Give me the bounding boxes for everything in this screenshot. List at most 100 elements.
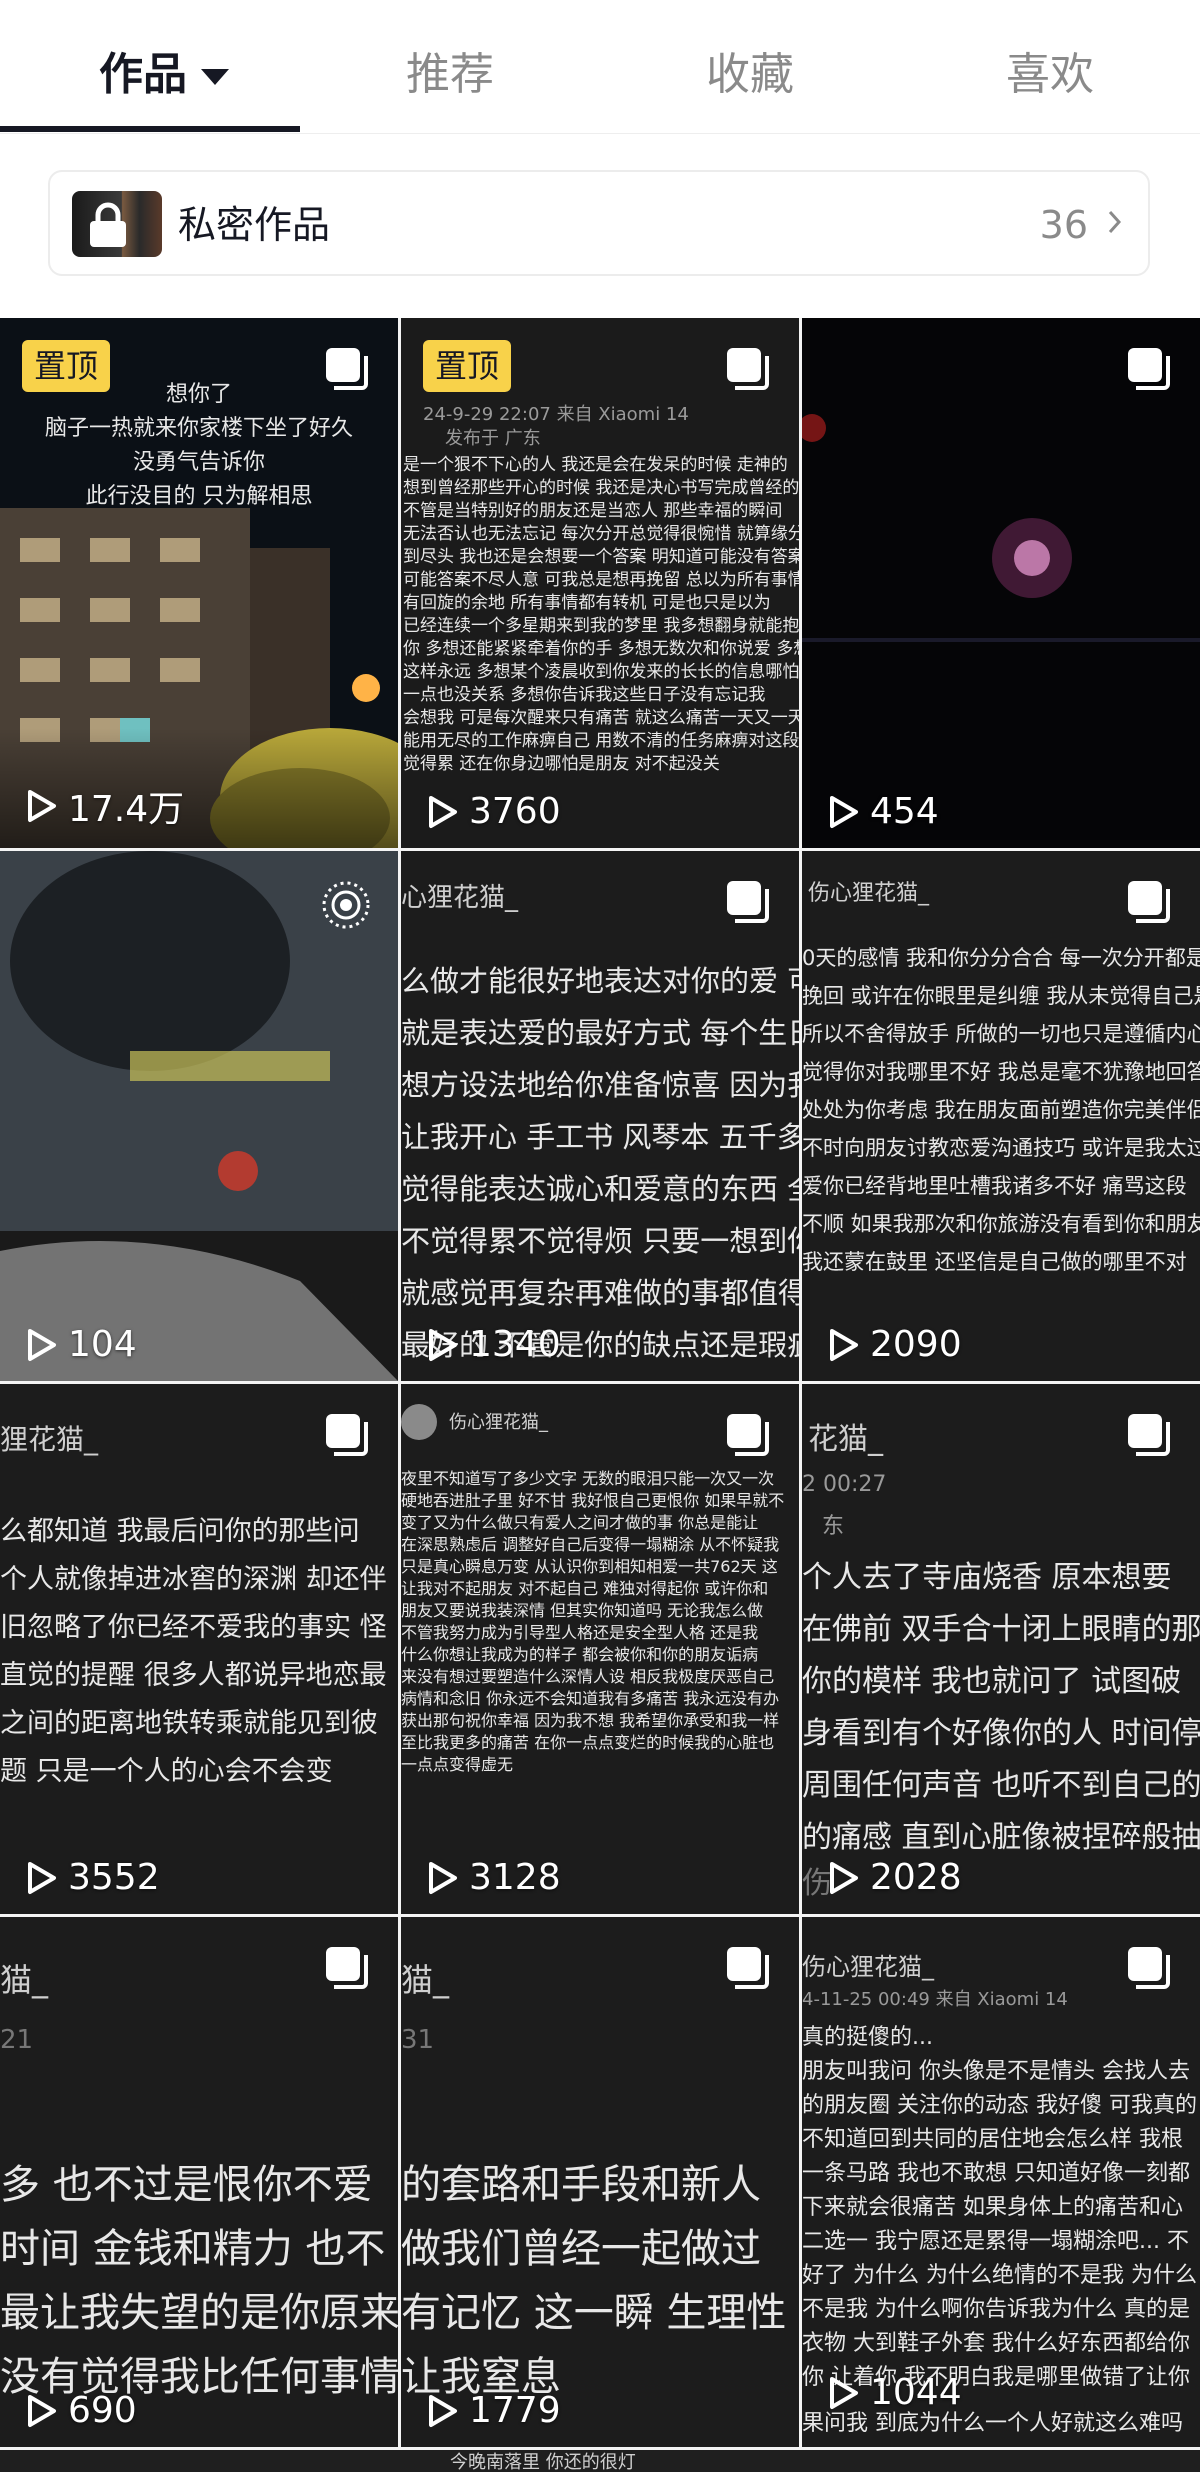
play-count: 104 bbox=[22, 1324, 137, 1365]
multi-image-icon bbox=[326, 1414, 368, 1456]
caption-line: 会想我 可是每次醒来只有痛苦 就这么痛苦一天又一天 bbox=[403, 708, 799, 728]
play-count-value: 2028 bbox=[870, 1857, 962, 1898]
tab-works[interactable]: 作品 bbox=[64, 40, 264, 110]
play-count: 17.4万 bbox=[22, 780, 184, 832]
caption-line: 想方设法地给你准备惊喜 因为我想 bbox=[401, 1068, 799, 1102]
play-count: 454 bbox=[824, 791, 939, 832]
caret-down-icon bbox=[201, 69, 229, 85]
caption-line: 硬地吞进肚子里 好不甘 我好恨自己更恨你 如果早就不 bbox=[401, 1491, 785, 1510]
multi-image-icon bbox=[727, 881, 769, 923]
caption-line: 么做才能很好地表达对你的爱 可人 bbox=[401, 964, 799, 998]
next-row-caption: 今晚南落里 你还的很灯 bbox=[450, 2452, 636, 2473]
caption-line: 身看到有个好像你的人 时间停 bbox=[802, 1716, 1200, 1751]
private-works-thumbnail bbox=[72, 191, 162, 257]
multi-image-icon bbox=[1128, 1414, 1170, 1456]
caption-line: 觉得能表达诚心和爱意的东西 全都 bbox=[401, 1172, 799, 1206]
video-tile[interactable]: 猫_ 31 的套路和手段和新人 做我们曾经一起做过 有记忆 这一瞬 生理性 让我… bbox=[401, 1917, 799, 2447]
video-tile[interactable]: 想你了 脑子一热就来你家楼下坐了好久 没勇气告诉你 此行没目的 只为解相思 置顶… bbox=[0, 318, 398, 848]
caption-line: 好了 为什么 为什么绝情的不是我 为什么 bbox=[802, 2263, 1197, 2288]
caption-line: 什么你想让我成为的样子 都会被你和你的朋友诟病 bbox=[401, 1645, 759, 1664]
play-count-value: 1044 bbox=[870, 2372, 962, 2413]
play-icon bbox=[830, 2376, 858, 2409]
play-icon bbox=[429, 795, 457, 828]
caption-line: 朋友叫我问 你头像是不是情头 会找人去 bbox=[802, 2059, 1190, 2084]
video-tile[interactable]: 猫_ 21 多 也不过是恨你不爱 时间 金钱和精力 也不 最让我失望的是你原来 … bbox=[0, 1917, 398, 2447]
video-tile[interactable]: 24-9-29 22:07 来自 Xiaomi 14 发布于 广东 是一个狠不下… bbox=[401, 318, 799, 848]
caption-line: 获出那句祝你幸福 因为我不想 我希望你承受和我一样 bbox=[401, 1711, 780, 1730]
caption-line: 已经连续一个多星期来到我的梦里 我多想翻身就能抱 bbox=[403, 616, 799, 636]
caption-line: 你 多想还能紧紧牵着你的手 多想无数次和你说爱 多想 bbox=[403, 639, 799, 659]
caption-line: 就感觉再复杂再难做的事都值得 我 bbox=[401, 1276, 799, 1310]
play-icon bbox=[830, 795, 858, 828]
caption-line: 的套路和手段和新人 bbox=[401, 2162, 761, 2208]
play-count-value: 3760 bbox=[469, 791, 561, 832]
author-name: 伤心狸花猫_ bbox=[802, 1953, 934, 1981]
caption-line: 来没有想过要塑造什么深情人设 相反我极度厌恶自己 bbox=[401, 1667, 775, 1686]
author-name: 猫_ bbox=[401, 1961, 450, 1999]
caption-line: 衣物 大到鞋子外套 我什么好东西都给你 bbox=[802, 2331, 1190, 2356]
caption-line: 的朋友圈 关注你的动态 我好傻 可我真的 bbox=[802, 2093, 1197, 2118]
play-count-value: 1340 bbox=[469, 1324, 561, 1365]
video-tile[interactable]: 狸花猫_ 么都知道 我最后问你的那些问 个人就像掉进冰窖的深渊 却还伴 旧忽略了… bbox=[0, 1384, 398, 1914]
private-works-count: 36 bbox=[1039, 203, 1088, 247]
play-icon bbox=[28, 790, 56, 822]
caption-line: 题 只是一个人的心会不会变 bbox=[0, 1756, 333, 1787]
caption-line: 可能答案不尽人意 可我总是想再挽留 总以为所有事情 bbox=[403, 570, 799, 590]
multi-image-icon bbox=[727, 1947, 769, 1989]
author-name: 猫_ bbox=[0, 1961, 49, 1999]
chevron-right-icon bbox=[1108, 210, 1122, 234]
caption-line: 在佛前 双手合十闭上眼睛的那 bbox=[802, 1612, 1200, 1647]
next-row-peek: 今晚南落里 你还的很灯 bbox=[0, 2450, 1200, 2473]
video-tile[interactable]: 104 bbox=[0, 851, 398, 1381]
play-icon bbox=[28, 2394, 56, 2427]
video-tile[interactable]: 花猫_ 2 00:27 东 个人去了寺庙烧香 原本想要 在佛前 双手合十闭上眼睛… bbox=[802, 1384, 1200, 1914]
divider bbox=[0, 133, 1200, 134]
caption-line: 没勇气告诉你 bbox=[132, 450, 265, 475]
caption-line: 一点点变得虚无 bbox=[401, 1755, 514, 1774]
play-count: 2028 bbox=[824, 1857, 962, 1898]
tab-favorites[interactable]: 收藏 bbox=[650, 40, 850, 110]
video-tile[interactable]: 伤心狸花猫_ 4-11-25 00:49 来自 Xiaomi 14 真的挺傻的.… bbox=[802, 1917, 1200, 2447]
caption-line: 有记忆 这一瞬 生理性 bbox=[401, 2290, 787, 2336]
caption-line: 脑子一热就来你家楼下坐了好久 bbox=[44, 416, 353, 441]
caption-line: 不管我努力成为引导型人格还是安全型人格 还是我 bbox=[401, 1623, 759, 1642]
caption-line: 直觉的提醒 很多人都说异地恋最 bbox=[0, 1660, 387, 1691]
play-count-value: 3552 bbox=[68, 1857, 160, 1898]
private-works-label: 私密作品 bbox=[178, 203, 331, 247]
video-tile[interactable]: 心狸花猫_ 么做才能很好地表达对你的爱 可人 就是表达爱的最好方式 每个生日 我… bbox=[401, 851, 799, 1381]
tab-bar: 作品 推荐 收藏 喜欢 bbox=[0, 0, 1200, 134]
author-name: 花猫_ bbox=[808, 1422, 883, 1457]
video-tile[interactable]: 伤心狸花猫_ 0天的感情 我和你分分合合 每一次分开都是 挽回 或许在你眼里是纠… bbox=[802, 851, 1200, 1381]
private-works-entry[interactable]: 私密作品 36 bbox=[48, 170, 1150, 276]
multi-image-icon bbox=[1128, 1947, 1170, 1989]
play-count: 3128 bbox=[423, 1857, 561, 1898]
play-count: 3552 bbox=[22, 1857, 160, 1898]
video-tile[interactable]: 伤心狸花猫_ 夜里不知道写了多少文字 无数的眼泪只能一次又一次 硬地吞进肚子里 … bbox=[401, 1384, 799, 1914]
play-count: 690 bbox=[22, 2390, 137, 2431]
caption-line: 不时向朋友讨教恋爱沟通技巧 或许是我太过 bbox=[802, 1136, 1200, 1160]
lock-icon bbox=[90, 202, 126, 247]
play-count: 1340 bbox=[423, 1324, 561, 1365]
active-tab-indicator bbox=[0, 126, 300, 132]
caption-line: 想到曾经那些开心的时候 我还是决心书写完成曾经的 bbox=[403, 478, 799, 498]
caption-line: 真的挺傻的... bbox=[802, 2025, 933, 2050]
play-icon bbox=[429, 1861, 457, 1894]
play-count-value: 1779 bbox=[469, 2390, 561, 2431]
play-count-value: 690 bbox=[68, 2390, 137, 2431]
caption-line: 到尽头 我也还是会想要一个答案 明知道可能没有答案 bbox=[403, 547, 799, 567]
caption-line: 你的模样 我也就问了 试图破 bbox=[802, 1664, 1182, 1699]
caption-line: 不觉得累不觉得烦 只要一想到你收 bbox=[401, 1224, 799, 1258]
video-tile[interactable]: 454 bbox=[802, 318, 1200, 848]
caption-line: 就是表达爱的最好方式 每个生日 我 bbox=[401, 1016, 799, 1050]
caption-line: 一条马路 我也不敢想 只知道好像一刻都 bbox=[802, 2161, 1190, 2186]
caption-line: 所以不舍得放手 所做的一切也只是遵循内心 bbox=[802, 1022, 1200, 1046]
author-name: 狸花猫_ bbox=[0, 1423, 99, 1456]
tab-likes[interactable]: 喜欢 bbox=[950, 40, 1150, 110]
avatar bbox=[401, 1404, 437, 1440]
caption-line: 至比我更多的痛苦 在你一点点变烂的时候我的心脏也 bbox=[401, 1733, 775, 1752]
play-count-value: 3128 bbox=[469, 1857, 561, 1898]
caption-line: 是一个狠不下心的人 我还是会在发呆的时候 走神的 bbox=[403, 455, 788, 475]
play-count: 2090 bbox=[824, 1324, 962, 1365]
play-count-value: 2090 bbox=[870, 1324, 962, 1365]
tab-recommend[interactable]: 推荐 bbox=[350, 40, 550, 110]
